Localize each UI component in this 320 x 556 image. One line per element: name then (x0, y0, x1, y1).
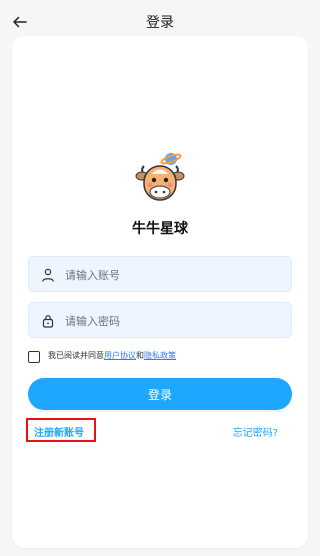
privacy-policy-link[interactable]: 隐私政策 (144, 351, 176, 360)
agreement-text: 我已阅读并同意用户协议和隐私政策 (48, 350, 176, 361)
page-title: 登录 (146, 15, 174, 31)
forgot-password-link[interactable]: 忘记密码? (233, 424, 278, 439)
register-link[interactable]: 注册新账号 (34, 424, 84, 439)
cow-planet-logo (135, 153, 185, 201)
app-logo (132, 152, 188, 208)
agreement-and: 和 (136, 351, 144, 360)
user-icon (39, 266, 57, 284)
agreement-prefix: 我已阅读并同意 (48, 351, 104, 360)
account-field[interactable] (28, 256, 292, 293)
user-agreement-link[interactable]: 用户协议 (104, 351, 136, 360)
lock-icon (39, 312, 57, 330)
app-name: 牛牛星球 (132, 221, 188, 237)
account-input[interactable] (63, 257, 287, 293)
login-button[interactable]: 登录 (28, 378, 292, 410)
agreement-checkbox[interactable] (28, 351, 40, 363)
agreement-row: 我已阅读并同意用户协议和隐私政策 (28, 348, 292, 366)
password-input[interactable] (63, 303, 287, 339)
password-field[interactable] (28, 302, 292, 339)
